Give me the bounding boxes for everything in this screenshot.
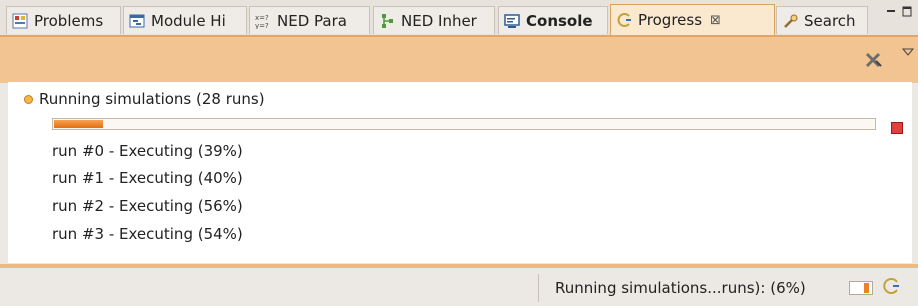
tab-console[interactable]: Console [498, 6, 608, 34]
tab-ned-parameters[interactable]: x=? y=? NED Para [249, 6, 370, 34]
tab-label: NED Para [277, 11, 347, 30]
progress-icon[interactable] [883, 277, 901, 299]
progress-list-padding [8, 245, 912, 263]
tab-label: Progress [638, 11, 703, 29]
tab-module-hierarchy[interactable]: Module Hi [123, 6, 247, 34]
list-item: run #3 - Executing (54%) [52, 225, 243, 243]
view-tab-bar: Problems Module Hi x=? y=? NED Para NED I… [0, 0, 918, 36]
tab-search[interactable]: Search [776, 6, 868, 34]
progress-list: Running simulations (28 runs) run #0 - E… [8, 82, 912, 245]
job-title: Running simulations (28 runs) [39, 90, 265, 108]
svg-text:y=?: y=? [255, 22, 269, 29]
window-controls [886, 6, 912, 21]
job-progress-bar [52, 118, 876, 130]
progress-view-toolbar [0, 36, 918, 83]
tab-ned-inheritance[interactable]: NED Inher [373, 6, 495, 34]
job-progress-fill [54, 120, 103, 128]
tab-progress[interactable]: Progress ⊠ [610, 4, 775, 35]
progress-icon [615, 11, 633, 29]
stop-icon[interactable] [891, 122, 903, 134]
module-hierarchy-icon [128, 12, 146, 30]
console-icon [503, 12, 521, 30]
tab-label: NED Inher [401, 11, 477, 30]
view-menu-chevron-down-icon[interactable] [901, 47, 915, 60]
status-bar: Running simulations...runs): (6%) [0, 268, 918, 306]
tab-label: Console [526, 11, 593, 30]
status-progress-text[interactable]: Running simulations...runs): (6%) [555, 279, 806, 297]
ned-inheritance-icon [378, 12, 396, 30]
status-progress-bar[interactable] [849, 281, 873, 295]
status-progress-fill [864, 283, 869, 293]
tab-label: Search [804, 11, 856, 30]
ned-parameters-icon: x=? y=? [254, 12, 272, 30]
svg-text:x=?: x=? [255, 14, 269, 22]
remove-all-finished-icon[interactable] [864, 51, 884, 73]
running-job-icon [24, 94, 33, 104]
search-icon [781, 12, 799, 30]
tab-label: Module Hi [151, 11, 226, 30]
list-item: run #1 - Executing (40%) [52, 169, 243, 187]
status-separator [538, 274, 539, 302]
job-row: Running simulations (28 runs) [24, 90, 265, 108]
close-icon[interactable]: ⊠ [710, 13, 721, 28]
maximize-icon[interactable] [902, 6, 912, 21]
problems-icon [11, 12, 29, 30]
list-item: run #0 - Executing (39%) [52, 142, 243, 160]
tab-label: Problems [34, 11, 104, 30]
tab-problems[interactable]: Problems [6, 6, 121, 34]
list-item: run #2 - Executing (56%) [52, 197, 243, 215]
minimize-icon[interactable] [886, 6, 896, 21]
